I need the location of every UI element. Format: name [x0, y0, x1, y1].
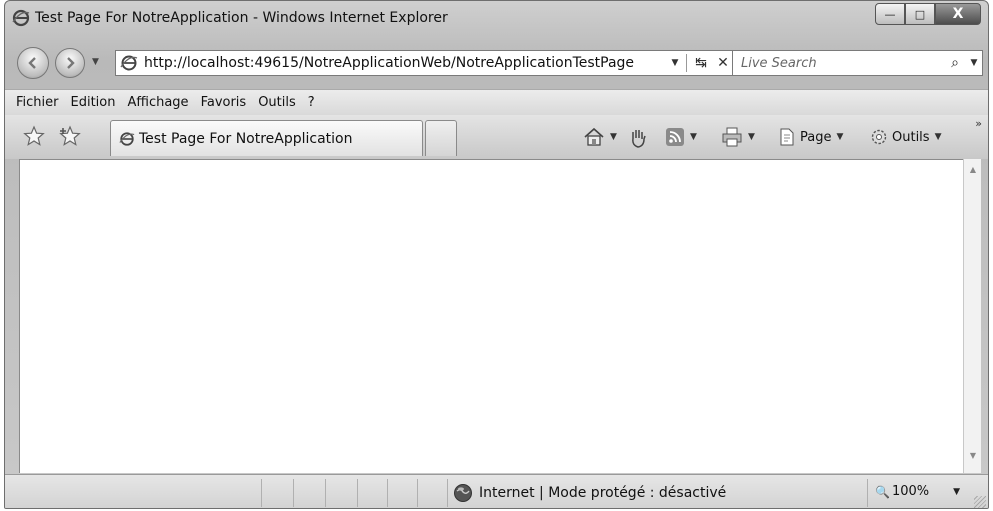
new-tab-button[interactable] — [425, 120, 457, 156]
menu-outils[interactable]: Outils — [252, 95, 302, 110]
stop-button[interactable]: ✕ — [712, 55, 734, 71]
page-icon — [780, 128, 794, 146]
scroll-down-arrow-icon[interactable]: ▼ — [964, 451, 982, 467]
ie-page-icon — [120, 55, 138, 71]
page-menu-label: Page — [800, 129, 832, 145]
status-divider — [867, 479, 868, 507]
tab-active[interactable]: Test Page For NotreApplication — [110, 120, 423, 156]
menu-affichage[interactable]: Affichage — [121, 95, 194, 110]
rss-icon — [666, 128, 684, 146]
toolbar-overflow-button[interactable]: » — [975, 117, 982, 130]
tools-menu-button[interactable]: Outils ▼ — [869, 127, 942, 147]
status-divider — [447, 479, 448, 507]
home-dropdown[interactable]: ▼ — [610, 132, 617, 142]
print-button[interactable]: ▼ — [721, 127, 755, 147]
forward-button[interactable] — [55, 48, 85, 78]
search-box[interactable]: Live Search ⌕ ▼ — [732, 50, 983, 76]
recent-pages-dropdown[interactable]: ▼ — [92, 57, 99, 67]
page-dropdown: ▼ — [836, 132, 844, 142]
status-divider — [261, 479, 262, 507]
minimize-icon: — — [884, 7, 896, 21]
maximize-button[interactable]: □ — [905, 3, 935, 25]
status-divider — [417, 479, 418, 507]
page-content[interactable] — [19, 159, 963, 473]
window-title: Test Page For NotreApplication - Windows… — [35, 10, 448, 26]
browser-window: Test Page For NotreApplication - Windows… — [4, 0, 989, 509]
menu-help[interactable]: ? — [302, 95, 321, 110]
back-arrow-icon — [28, 57, 36, 69]
caption-buttons: — □ X — [875, 3, 981, 27]
feeds-button[interactable]: ▼ — [665, 127, 697, 147]
menu-favoris[interactable]: Favoris — [195, 95, 253, 110]
search-options-dropdown[interactable]: ▼ — [966, 58, 982, 68]
status-divider — [357, 479, 358, 507]
printer-icon — [722, 127, 742, 147]
minimize-button[interactable]: — — [875, 3, 905, 25]
page-menu-button[interactable]: Page ▼ — [777, 127, 843, 147]
maximize-icon: □ — [914, 7, 926, 21]
divider — [686, 54, 687, 72]
status-divider — [387, 479, 388, 507]
zoom-level: 100% — [891, 484, 930, 499]
tools-dropdown: ▼ — [934, 132, 942, 142]
resize-grip[interactable] — [974, 496, 986, 508]
address-bar[interactable]: http://localhost:49615/NotreApplicationW… — [115, 50, 735, 76]
menu-edition[interactable]: Edition — [65, 95, 122, 110]
globe-icon — [454, 484, 472, 502]
research-button[interactable] — [627, 127, 649, 149]
star-icon[interactable] — [23, 125, 45, 147]
title-bar[interactable]: Test Page For NotreApplication - Windows… — [5, 1, 988, 37]
zoom-control[interactable]: 🔍 100% ▼ — [875, 484, 960, 499]
tab-command-bar: Test Page For NotreApplication ▼ ▼ ▼ Pag… — [5, 115, 988, 159]
search-input[interactable]: Live Search — [741, 56, 944, 71]
zoom-dropdown[interactable]: ▼ — [953, 487, 960, 497]
url-text[interactable]: http://localhost:49615/NotreApplicationW… — [144, 55, 667, 71]
status-bar: Internet | Mode protégé : désactivé 🔍 10… — [5, 474, 988, 508]
ie-logo-icon — [12, 9, 30, 27]
refresh-button[interactable]: ↹ — [690, 55, 712, 71]
feeds-dropdown[interactable]: ▼ — [690, 132, 697, 142]
vertical-scrollbar[interactable]: ▲ ▼ — [963, 159, 981, 473]
home-icon — [584, 127, 604, 146]
address-dropdown-button[interactable]: ▼ — [667, 58, 683, 68]
home-button[interactable]: ▼ — [583, 127, 617, 147]
gear-icon — [871, 129, 887, 145]
tools-menu-label: Outils — [892, 129, 930, 145]
tab-label: Test Page For NotreApplication — [139, 130, 353, 147]
search-icon[interactable]: ⌕ — [944, 55, 966, 71]
close-icon: X — [952, 6, 964, 22]
back-button[interactable] — [17, 47, 49, 79]
status-divider — [325, 479, 326, 507]
print-dropdown[interactable]: ▼ — [748, 132, 755, 142]
forward-arrow-icon — [67, 57, 75, 69]
close-button[interactable]: X — [935, 3, 981, 25]
zone-text: Internet | Mode protégé : désactivé — [479, 485, 727, 501]
security-zone[interactable]: Internet | Mode protégé : désactivé — [453, 483, 726, 503]
zoom-icon: 🔍 — [875, 484, 890, 499]
scroll-up-arrow-icon[interactable]: ▲ — [964, 165, 982, 181]
ie-page-icon — [119, 131, 135, 146]
navigation-bar: ▼ http://localhost:49615/NotreApplicatio… — [5, 45, 988, 83]
status-divider — [293, 479, 294, 507]
add-star-icon[interactable] — [59, 125, 81, 147]
hand-icon — [632, 130, 646, 148]
menu-bar: Fichier Edition Affichage Favoris Outils… — [5, 89, 988, 115]
menu-fichier[interactable]: Fichier — [10, 95, 65, 110]
